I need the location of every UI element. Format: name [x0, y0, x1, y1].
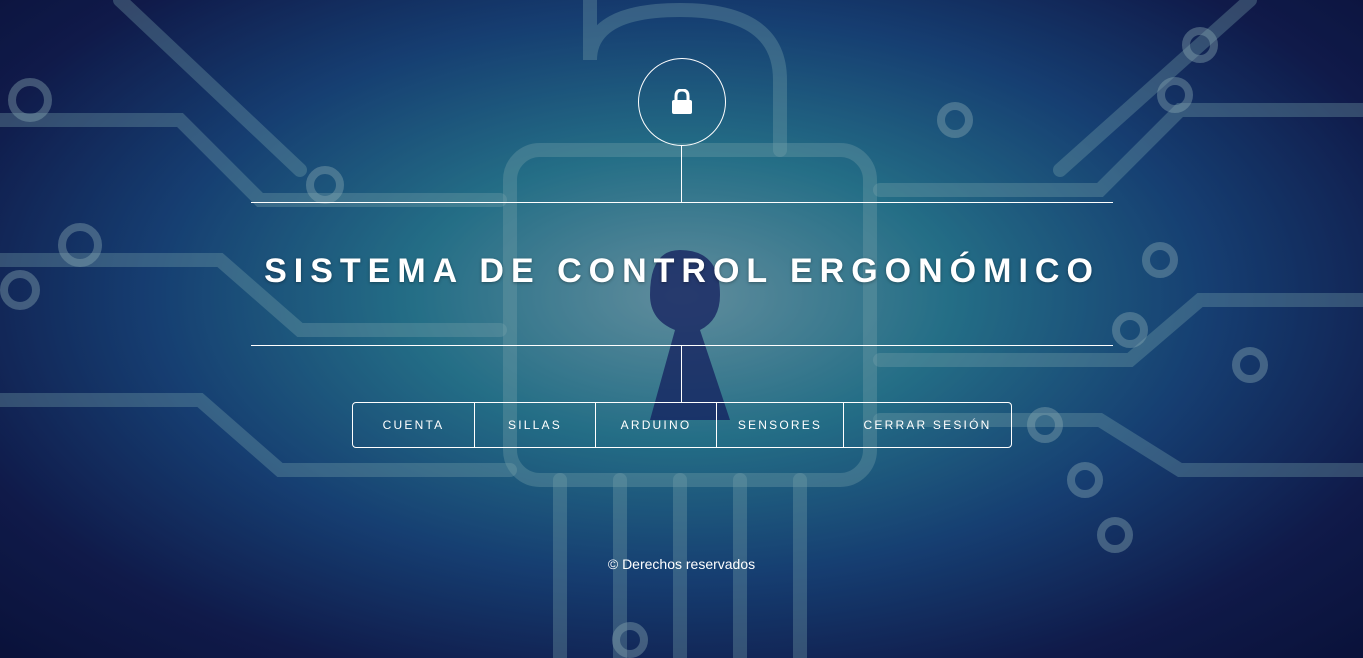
nav-item-cerrar-sesion[interactable]: CERRAR SESIÓN [843, 403, 1011, 447]
divider-vertical-top [681, 145, 682, 202]
nav-item-sensores[interactable]: SENSORES [716, 403, 843, 447]
divider-vertical-bottom [681, 346, 682, 402]
nav-item-arduino[interactable]: ARDUINO [595, 403, 716, 447]
logo [638, 58, 726, 146]
page: SISTEMA DE CONTROL ERGONÓMICO CUENTA SIL… [0, 0, 1363, 658]
nav-item-sillas[interactable]: SILLAS [474, 403, 595, 447]
page-title: SISTEMA DE CONTROL ERGONÓMICO [264, 252, 1100, 290]
divider-horizontal-bottom [251, 345, 1113, 346]
nav-item-cuenta[interactable]: CUENTA [353, 403, 474, 447]
divider-horizontal-top [251, 202, 1113, 203]
main-nav: CUENTA SILLAS ARDUINO SENSORES CERRAR SE… [352, 402, 1012, 448]
footer-copyright: © Derechos reservados [607, 556, 756, 572]
lock-icon [671, 89, 693, 115]
